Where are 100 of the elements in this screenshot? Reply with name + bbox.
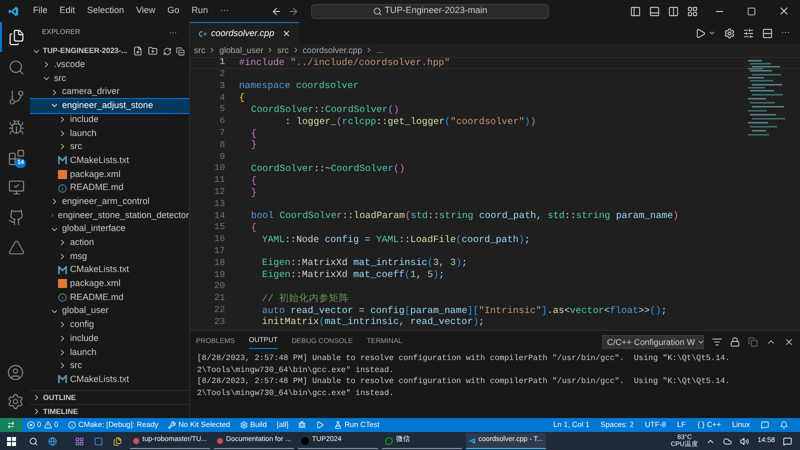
app-icon[interactable]	[75, 436, 84, 446]
tree-item[interactable]: global_user	[30, 304, 189, 318]
gear-icon[interactable]	[724, 28, 735, 38]
forward-icon[interactable]	[288, 6, 299, 16]
line-number: 1	[218, 56, 225, 70]
sliders-icon[interactable]	[743, 28, 754, 38]
breadcrumb-item[interactable]: global_user	[219, 44, 264, 56]
tree-item[interactable]: package.xml	[30, 277, 189, 291]
tree-item[interactable]: src	[30, 359, 189, 373]
maximize-icon[interactable]	[747, 6, 756, 16]
panel-left-icon[interactable]	[630, 6, 641, 16]
panel-bottom-icon[interactable]	[649, 6, 660, 16]
account-icon[interactable]	[6, 364, 24, 381]
caret-icon[interactable]	[708, 29, 716, 37]
tree-item[interactable]: package.xml	[30, 168, 189, 182]
menu-item[interactable]: Edit	[54, 4, 82, 18]
run-icon[interactable]	[695, 28, 706, 38]
menu-item[interactable]: Run	[185, 4, 214, 18]
tree-item[interactable]: src	[30, 72, 189, 86]
split-editor-icon[interactable]	[762, 28, 773, 38]
editor-app-icon	[469, 436, 476, 444]
code-line: {	[251, 126, 257, 140]
gear-icon	[240, 421, 248, 429]
tree-item[interactable]: src	[30, 140, 189, 154]
search-icon[interactable]	[29, 436, 38, 446]
notification-icon[interactable]	[783, 436, 792, 446]
channel-dropdown[interactable]: C/C++ Configuration W	[602, 335, 704, 349]
volume-icon[interactable]	[740, 436, 750, 446]
code-line: : logger_(rclcpp::get_logger("coordsolver"))	[285, 114, 536, 129]
tree-item[interactable]: global_interface	[30, 222, 189, 236]
code-line: }	[251, 138, 257, 152]
collapse-icon[interactable]	[176, 46, 185, 56]
windows-logo-icon[interactable]	[7, 436, 16, 446]
tree-item[interactable]: README.md	[30, 181, 189, 195]
close-icon[interactable]	[784, 337, 794, 347]
line-number: 23	[213, 316, 225, 329]
tree-item[interactable]: CMakeLists.txt	[30, 263, 189, 277]
breadcrumb-item[interactable]: src	[194, 44, 206, 56]
status-item[interactable]	[298, 421, 306, 429]
refresh-icon[interactable]	[162, 46, 172, 56]
tree-item[interactable]: launch	[30, 126, 189, 140]
close-icon[interactable]	[778, 5, 790, 17]
search-field[interactable]: TUP-Engineer-2023-main	[310, 4, 549, 18]
close-icon[interactable]	[282, 29, 292, 38]
tree-item[interactable]: action	[30, 236, 189, 250]
line-number: 22	[213, 304, 225, 317]
tree-item[interactable]: include	[30, 112, 189, 126]
tree-item[interactable]: engineer_stone_station_detector	[30, 208, 189, 222]
app-icon[interactable]	[94, 436, 103, 446]
menu-item[interactable]: Go	[161, 4, 186, 18]
code-line: CoordSolver::CoordSolver()	[251, 102, 400, 117]
breadcrumb-item[interactable]: src	[277, 44, 289, 56]
status-item[interactable]	[780, 421, 788, 429]
settings-icon[interactable]	[6, 393, 24, 410]
new-folder-icon[interactable]	[148, 46, 158, 56]
tree-item[interactable]: README.md	[30, 290, 189, 304]
code-line: YAML::Node config = YAML::LoadFile(coord_path);	[262, 232, 530, 247]
tree-item[interactable]: engineer_arm_control	[30, 194, 189, 209]
breadcrumb-item[interactable]: ...	[376, 44, 384, 56]
back-icon[interactable]	[270, 6, 282, 16]
menu-item[interactable]: View	[130, 4, 162, 18]
menu-item[interactable]: Selection	[81, 4, 130, 18]
tree-item[interactable]: CMakeLists.txt	[30, 372, 189, 386]
tree-item[interactable]: .vscode	[30, 58, 189, 72]
tree-item[interactable]: camera_driver	[30, 85, 189, 100]
output-line: 2\Tools\mingw730_64\bin\gcc.exe" instead.	[197, 364, 395, 376]
new-file-icon[interactable]	[133, 46, 143, 56]
more-button[interactable]: ···	[169, 27, 177, 39]
tree-item[interactable]: msg	[30, 250, 189, 264]
cloud-icon[interactable]	[723, 436, 732, 446]
clear-output-icon[interactable]	[712, 337, 722, 347]
status-item[interactable]	[761, 421, 769, 429]
output-line: 2\Tools\mingw730_64\bin\gcc.exe" instead.	[197, 388, 395, 399]
tree-item[interactable]: launch	[30, 345, 189, 360]
menu-item[interactable]: File	[27, 4, 54, 18]
lock-icon[interactable]	[730, 337, 740, 347]
cmake-file-icon	[58, 375, 67, 384]
code-line: // 初始化内参矩阵	[262, 292, 350, 306]
app-icon	[301, 436, 309, 444]
remote-button[interactable]	[0, 418, 22, 432]
browser-icon[interactable]	[48, 436, 57, 446]
tree-item[interactable]: CMakeLists.txt	[30, 154, 189, 168]
panel-right-icon[interactable]	[668, 6, 679, 16]
copy-icon[interactable]	[748, 337, 758, 347]
tree-item[interactable]: config	[30, 318, 189, 332]
remote-icon	[7, 421, 15, 429]
line-number: 15	[213, 221, 225, 234]
editor-tab[interactable]: coordsolver.cpp	[190, 22, 300, 44]
menu-item[interactable]: ···	[214, 4, 235, 18]
run-icon	[8, 118, 24, 136]
wrench-icon	[168, 421, 176, 429]
breadcrumb-item[interactable]: coordsolver.cpp	[302, 44, 362, 56]
line-number: 21	[213, 292, 225, 306]
layout-icon[interactable]	[687, 6, 698, 16]
chevron-right-icon	[42, 60, 51, 70]
more-button[interactable]: ···	[781, 26, 790, 40]
tree-item[interactable]: engineer_adjust_stone	[30, 99, 189, 113]
tree-item[interactable]: include	[30, 332, 189, 346]
bell-icon	[780, 421, 788, 429]
status-item[interactable]	[316, 421, 324, 429]
